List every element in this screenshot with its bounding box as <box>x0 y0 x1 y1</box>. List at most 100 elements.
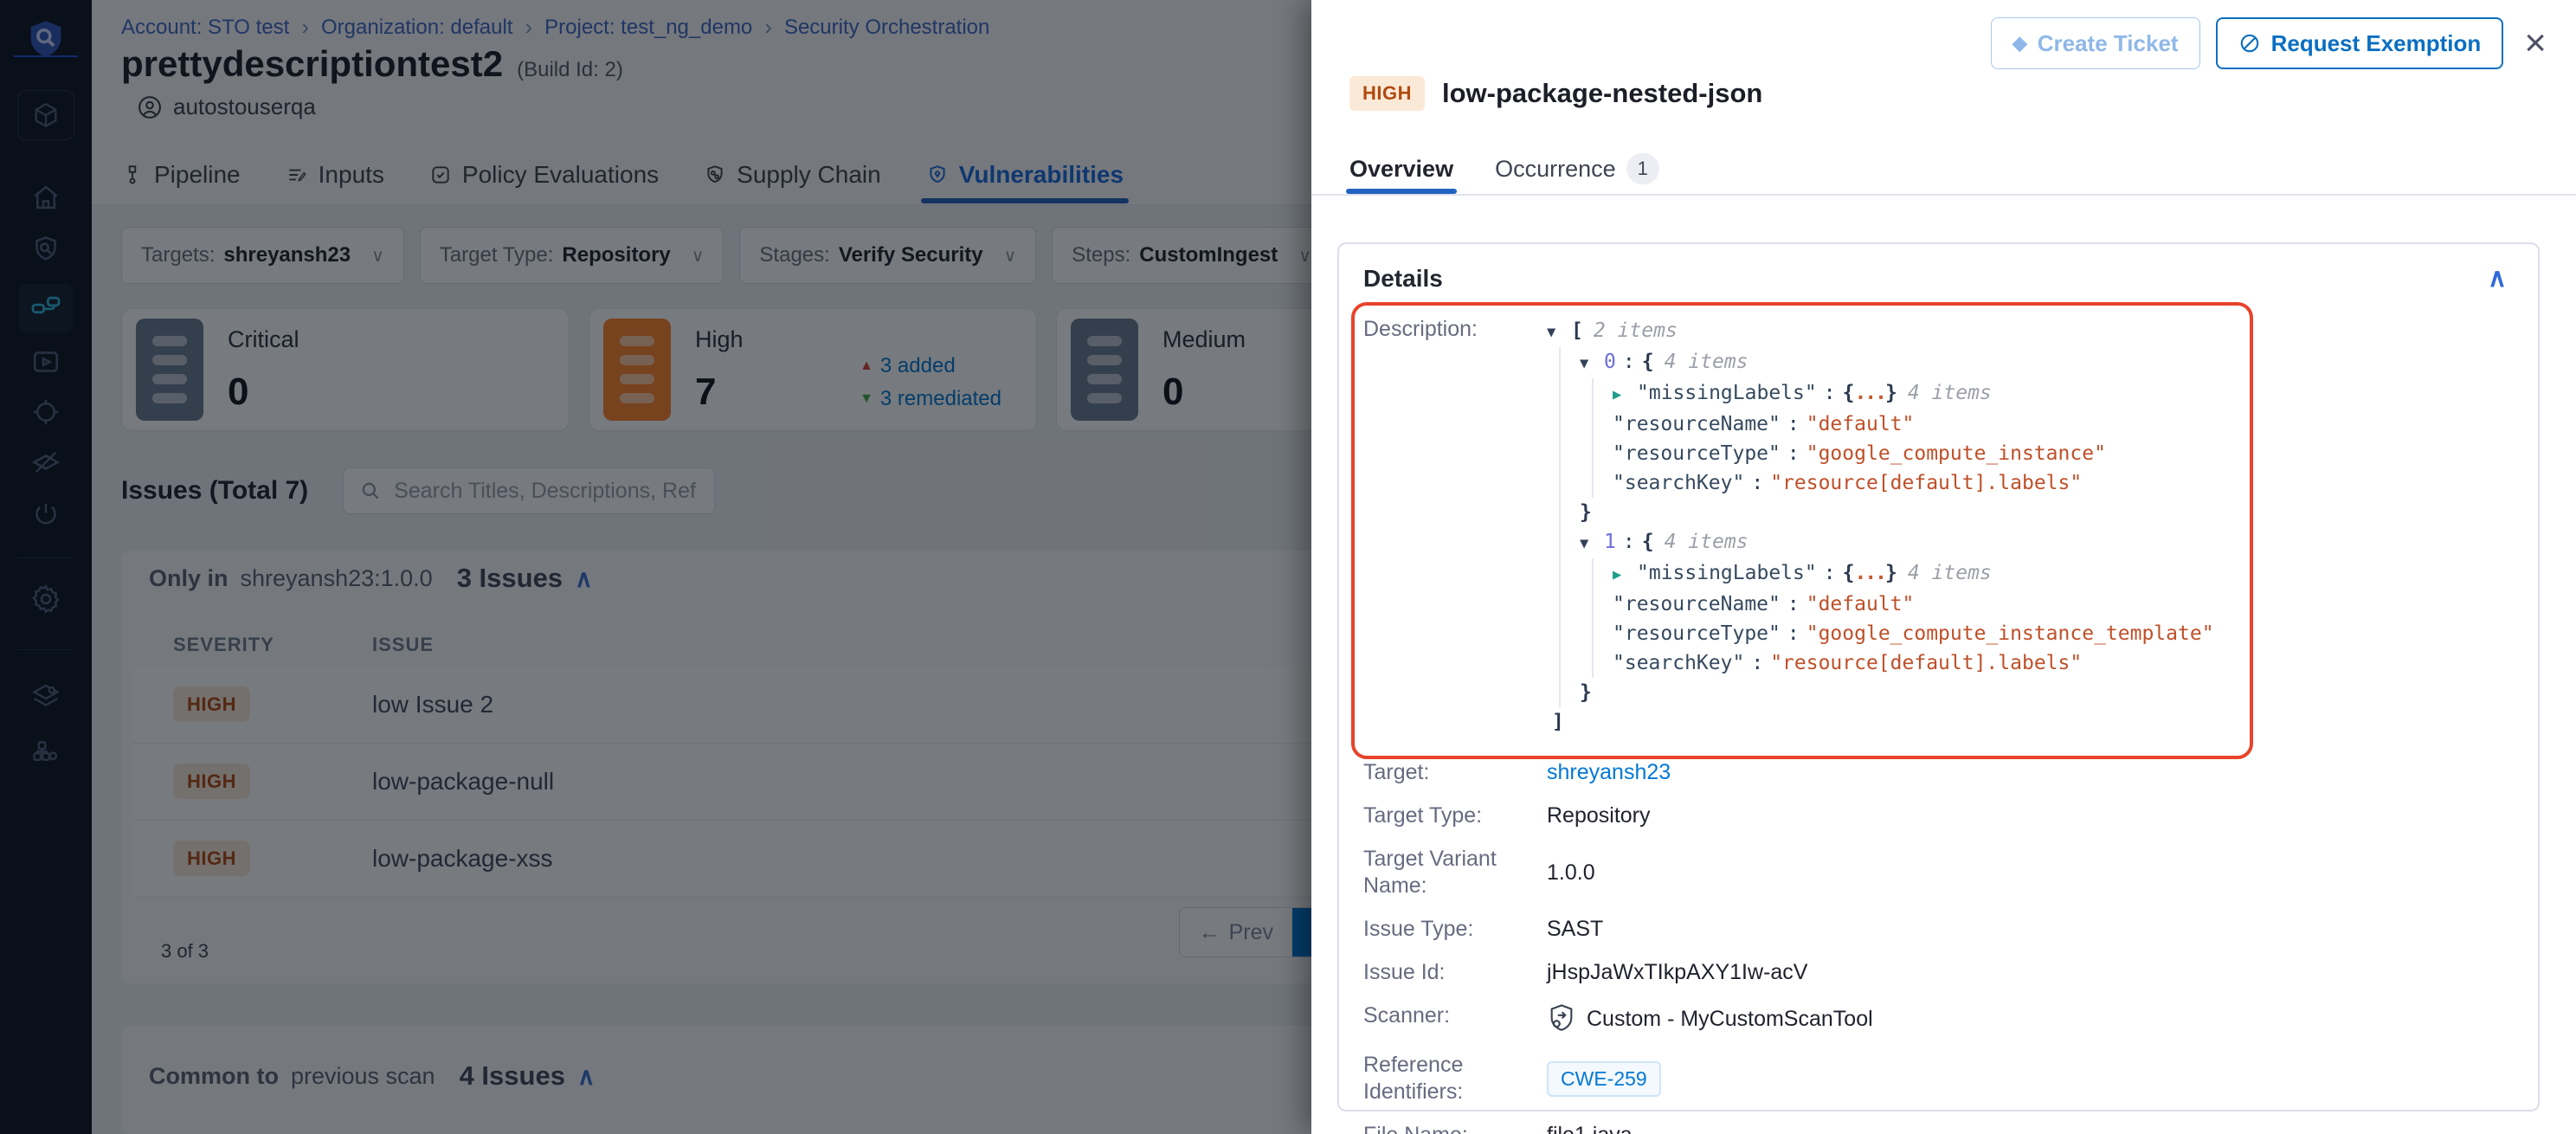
json-missing-labels-line[interactable]: ▶"missingLabels":{...}4 items <box>1613 378 2214 409</box>
json-level-1: ▼0:{4 items ▶"missingLabels":{...}4 item… <box>1559 347 2214 707</box>
target-variant-value: 1.0.0 <box>1547 846 1595 899</box>
reference-identifiers-label: Reference Identifiers: <box>1363 1052 1547 1105</box>
json-colon: : <box>1781 593 1806 615</box>
issue-name-title: low-package-nested-json <box>1442 78 1762 109</box>
json-field-line: "searchKey":"resource[default].labels" <box>1613 648 2214 678</box>
request-exemption-button[interactable]: Request Exemption <box>2216 17 2504 69</box>
json-string-value: "default" <box>1806 413 1915 435</box>
json-root-line[interactable]: ▼[2 items <box>1547 316 2214 347</box>
json-colon: : <box>1616 531 1642 553</box>
json-brace: { <box>1843 562 1855 584</box>
json-close-line: } <box>1580 498 2214 527</box>
json-root-close-line: ] <box>1547 707 2214 737</box>
file-name-label: File Name: <box>1363 1122 1547 1134</box>
json-key: "searchKey" <box>1613 472 1744 494</box>
cwe-badge[interactable]: CWE-259 <box>1547 1061 1661 1097</box>
target-link[interactable]: shreyansh23 <box>1547 759 1671 786</box>
json-colon: : <box>1744 652 1770 674</box>
severity-badge: HIGH <box>1349 76 1425 111</box>
file-name-field-row: File Name: file1.java <box>1363 1122 2514 1134</box>
reference-identifiers-field-row: Reference Identifiers: CWE-259 <box>1363 1052 2514 1105</box>
json-key: "resourceName" <box>1613 593 1781 615</box>
json-string-value: "resource[default].labels" <box>1770 472 2082 494</box>
tab-overview[interactable]: Overview <box>1349 144 1453 194</box>
json-collapsed-dots: ... <box>1854 562 1885 584</box>
request-exemption-label: Request Exemption <box>2271 30 2482 57</box>
json-colon: : <box>1781 442 1806 465</box>
json-key: "missingLabels" <box>1637 382 1817 404</box>
json-string-value: "resource[default].labels" <box>1770 652 2082 674</box>
json-brace: } <box>1580 501 1592 524</box>
json-missing-labels-line[interactable]: ▶"missingLabels":{...}4 items <box>1613 558 2214 590</box>
triangle-right-icon[interactable]: ▶ <box>1613 560 1637 590</box>
drawer-actions: ◆ Create Ticket Request Exemption × <box>1991 17 2552 69</box>
triangle-down-icon[interactable]: ▼ <box>1580 349 1604 378</box>
scanner-label: Scanner: <box>1363 1002 1547 1035</box>
tab-overview-label: Overview <box>1349 156 1453 183</box>
close-icon[interactable]: × <box>2519 24 2552 62</box>
json-key: "resourceType" <box>1613 622 1781 645</box>
issue-id-field-row: Issue Id: jHspJaWxTIkpAXY1Iw-acV <box>1363 959 2514 986</box>
scanner-field-row: Scanner: Custom - MyCustomScanTool <box>1363 1002 2514 1035</box>
json-index: 0 <box>1604 351 1616 373</box>
json-collapsed-dots: ... <box>1854 382 1885 404</box>
target-label: Target: <box>1363 759 1547 786</box>
json-entry-1-line[interactable]: ▼1:{4 items <box>1580 527 2214 558</box>
json-items-count: 4 items <box>1897 562 1992 584</box>
target-type-value: Repository <box>1547 802 1651 829</box>
json-field-line: "resourceName":"default" <box>1613 409 2214 439</box>
json-key: "resourceType" <box>1613 442 1781 465</box>
json-key: "resourceName" <box>1613 413 1781 435</box>
triangle-right-icon[interactable]: ▶ <box>1613 380 1637 409</box>
json-key: "missingLabels" <box>1637 562 1817 584</box>
json-string-value: "default" <box>1806 593 1915 615</box>
details-card: Details ∧ Description: ▼[2 items ▼0:{4 i… <box>1337 242 2540 1111</box>
custom-scanner-icon <box>1547 1002 1576 1035</box>
issue-details-drawer: ◆ Create Ticket Request Exemption × HIGH… <box>1311 0 2576 1134</box>
json-items-count: 2 items <box>1583 319 1678 342</box>
json-bracket: [ <box>1571 319 1583 342</box>
json-field-line: "searchKey":"resource[default].labels" <box>1613 468 2214 498</box>
json-items-count: 4 items <box>1654 531 1748 553</box>
exemption-shield-icon <box>2238 32 2261 55</box>
tab-occurrence[interactable]: Occurrence 1 <box>1495 144 1659 194</box>
json-colon: : <box>1781 413 1806 435</box>
json-brace: } <box>1885 382 1897 404</box>
json-colon: : <box>1744 472 1770 494</box>
target-variant-field-row: Target Variant Name: 1.0.0 <box>1363 846 2514 899</box>
details-title: Details <box>1363 265 1443 293</box>
json-brace: } <box>1885 562 1897 584</box>
json-colon: : <box>1781 622 1806 645</box>
json-items-count: 4 items <box>1654 351 1748 373</box>
json-colon: : <box>1817 562 1843 584</box>
json-close-line: } <box>1580 678 2214 707</box>
json-level-2: ▶"missingLabels":{...}4 items "resourceN… <box>1592 378 2214 498</box>
json-brace: { <box>1843 382 1855 404</box>
issue-id-value: jHspJaWxTIkpAXY1Iw-acV <box>1547 959 1807 986</box>
modal-dim-overlay[interactable] <box>0 0 1311 1134</box>
description-json-viewer: ▼[2 items ▼0:{4 items ▶"missingLabels":{… <box>1547 316 2214 737</box>
triangle-down-icon[interactable]: ▼ <box>1580 529 1604 558</box>
issue-type-label: Issue Type: <box>1363 916 1547 943</box>
json-entry-0-line[interactable]: ▼0:{4 items <box>1580 347 2214 378</box>
tabs-divider <box>1311 194 2576 196</box>
create-ticket-button[interactable]: ◆ Create Ticket <box>1991 17 2200 69</box>
json-bracket: ] <box>1552 711 1564 733</box>
target-type-field-row: Target Type: Repository <box>1363 802 2514 829</box>
json-index: 1 <box>1604 531 1616 553</box>
create-ticket-label: Create Ticket <box>2038 30 2179 57</box>
target-field-row: Target: shreyansh23 <box>1363 759 2514 786</box>
triangle-down-icon[interactable]: ▼ <box>1547 318 1571 347</box>
issue-type-field-row: Issue Type: SAST <box>1363 916 2514 943</box>
json-colon: : <box>1817 382 1843 404</box>
target-type-label: Target Type: <box>1363 802 1547 829</box>
issue-id-label: Issue Id: <box>1363 959 1547 986</box>
json-field-line: "resourceType":"google_compute_instance" <box>1613 439 2214 468</box>
json-brace: { <box>1642 531 1654 553</box>
json-field-line: "resourceName":"default" <box>1613 590 2214 619</box>
details-card-header[interactable]: Details ∧ <box>1363 263 2514 293</box>
issue-type-value: SAST <box>1547 916 1603 943</box>
target-variant-label: Target Variant Name: <box>1363 846 1547 899</box>
json-field-line: "resourceType":"google_compute_instance_… <box>1613 619 2214 648</box>
collapse-chevron-icon[interactable]: ∧ <box>2488 263 2507 293</box>
